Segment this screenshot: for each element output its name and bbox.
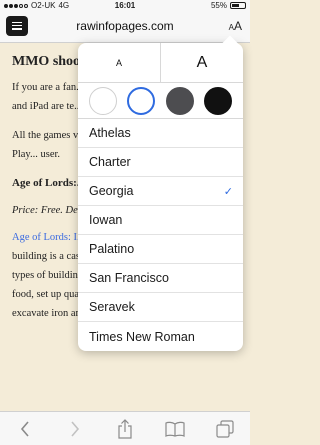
font-option-palatino[interactable]: Palatino bbox=[78, 235, 243, 264]
clock: 16:01 bbox=[114, 1, 136, 10]
font-option-athelas[interactable]: Athelas bbox=[78, 119, 243, 148]
bottom-toolbar bbox=[0, 411, 250, 445]
font-label: Iowan bbox=[89, 213, 123, 227]
font-option-georgia[interactable]: Georgia ✓ bbox=[78, 177, 243, 206]
theme-row bbox=[78, 83, 243, 119]
font-label: Palatino bbox=[89, 242, 135, 256]
font-option-times-new-roman[interactable]: Times New Roman bbox=[78, 322, 243, 351]
reader-view-button[interactable] bbox=[6, 16, 28, 36]
theme-night-swatch[interactable] bbox=[203, 86, 232, 115]
reader-settings-popover: A A Athelas Charter Georgia ✓ Iowan Palat… bbox=[78, 43, 243, 351]
tabs-icon[interactable] bbox=[214, 419, 236, 439]
font-option-charter[interactable]: Charter bbox=[78, 148, 243, 177]
bookmarks-icon[interactable] bbox=[164, 419, 186, 439]
font-option-seravek[interactable]: Seravek bbox=[78, 293, 243, 322]
status-bar: O2-UK 4G 16:01 55% bbox=[0, 0, 250, 11]
back-icon[interactable] bbox=[14, 419, 36, 439]
font-option-iowan[interactable]: Iowan bbox=[78, 206, 243, 235]
text-size-button[interactable]: AA bbox=[229, 19, 242, 33]
font-list: Athelas Charter Georgia ✓ Iowan Palatino … bbox=[78, 119, 243, 351]
theme-sepia-swatch[interactable] bbox=[127, 86, 156, 115]
text-size-large-label: A bbox=[233, 19, 242, 33]
forward-icon[interactable] bbox=[64, 419, 86, 439]
font-label: Seravek bbox=[89, 300, 135, 314]
theme-gray-swatch[interactable] bbox=[165, 86, 194, 115]
reader-icon bbox=[12, 22, 22, 32]
font-label: San Francisco bbox=[89, 271, 169, 285]
article-link[interactable]: Age of Lords: I... bbox=[12, 232, 85, 243]
font-label: Athelas bbox=[89, 126, 131, 140]
share-icon[interactable] bbox=[114, 418, 136, 439]
font-label: Charter bbox=[89, 155, 131, 169]
decrease-font-size-button[interactable]: A bbox=[78, 43, 161, 82]
font-label: Times New Roman bbox=[89, 329, 195, 344]
url-field[interactable]: rawinfopages.com bbox=[40, 19, 210, 33]
font-label: Georgia bbox=[89, 184, 134, 198]
font-size-row: A A bbox=[78, 43, 243, 83]
font-option-san-francisco[interactable]: San Francisco bbox=[78, 264, 243, 293]
battery-icon bbox=[230, 2, 246, 9]
url-bar: rawinfopages.com AA bbox=[0, 11, 250, 43]
theme-white-swatch[interactable] bbox=[89, 86, 118, 115]
checkmark-icon: ✓ bbox=[223, 185, 233, 198]
